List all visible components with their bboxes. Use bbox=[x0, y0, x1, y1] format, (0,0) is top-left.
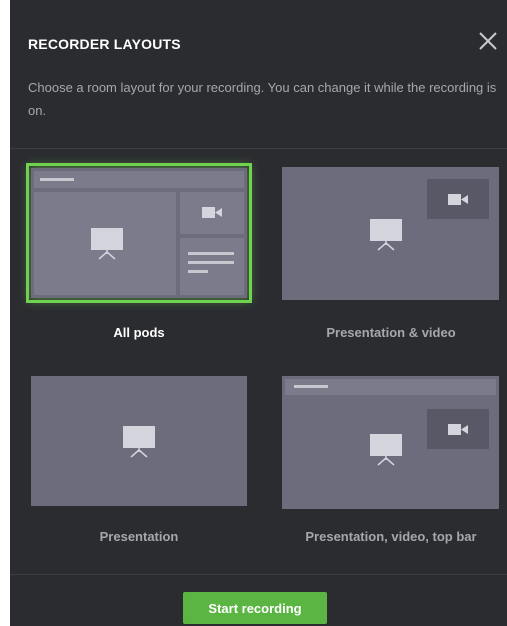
video-pod bbox=[427, 179, 489, 219]
layout-label: All pods bbox=[113, 325, 165, 340]
layout-presentation-video[interactable]: Presentation & video bbox=[282, 165, 500, 355]
layout-thumbnail bbox=[31, 376, 247, 506]
video-camera-icon bbox=[202, 207, 222, 218]
layout-label: Presentation bbox=[99, 529, 179, 544]
layout-thumbnail bbox=[26, 163, 252, 303]
dialog-description: Choose a room layout for your recording.… bbox=[28, 80, 497, 118]
video-camera-icon bbox=[448, 194, 468, 205]
video-camera-icon bbox=[448, 424, 468, 435]
video-pod bbox=[180, 192, 244, 234]
layout-label: Presentation, video, top bar bbox=[305, 529, 477, 544]
layout-all-pods[interactable]: All pods bbox=[26, 163, 252, 355]
video-pod bbox=[427, 409, 489, 449]
presentation-icon bbox=[123, 426, 155, 458]
recorder-layouts-dialog: RECORDER LAYOUTS Choose a room layout fo… bbox=[10, 0, 507, 626]
top-bar-pod bbox=[285, 379, 496, 395]
close-icon[interactable] bbox=[477, 30, 499, 52]
footer-divider bbox=[10, 574, 507, 575]
presentation-icon bbox=[91, 228, 123, 260]
presentation-pod bbox=[34, 192, 176, 295]
layout-presentation-video-topbar[interactable]: Presentation, video, top bar bbox=[282, 375, 500, 555]
layout-label: Presentation & video bbox=[326, 325, 456, 340]
start-recording-button[interactable]: Start recording bbox=[183, 592, 327, 624]
layout-thumbnail bbox=[282, 376, 499, 509]
layout-presentation[interactable]: Presentation bbox=[28, 375, 250, 555]
dialog-title: RECORDER LAYOUTS bbox=[28, 36, 181, 52]
chat-pod bbox=[180, 238, 244, 295]
divider bbox=[10, 148, 507, 149]
presentation-icon bbox=[370, 434, 402, 466]
presentation-icon bbox=[370, 219, 402, 251]
layout-thumbnail bbox=[282, 167, 499, 300]
top-bar-pod bbox=[34, 171, 244, 188]
